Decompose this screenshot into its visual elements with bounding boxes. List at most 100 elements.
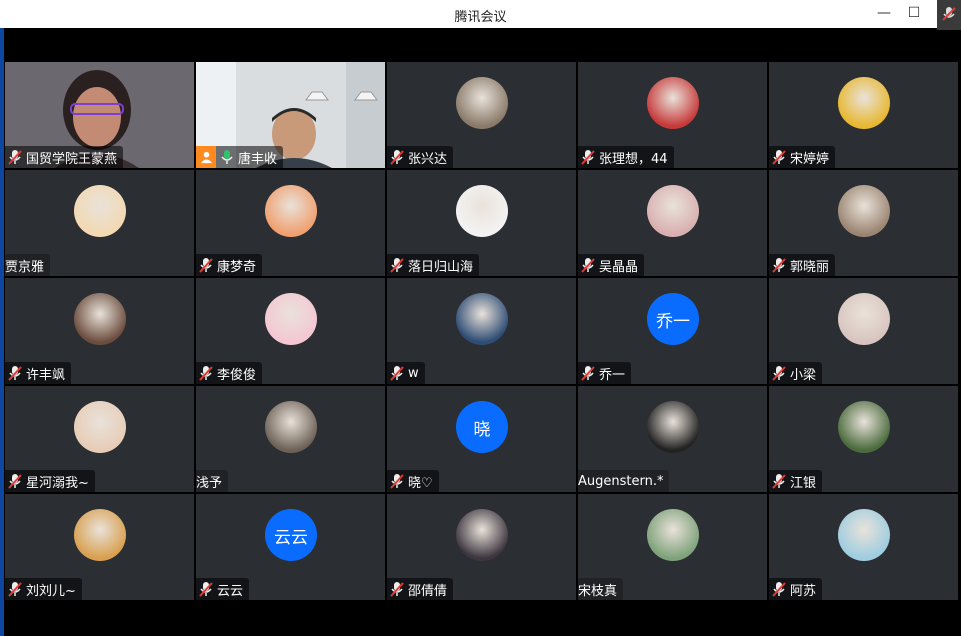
participant-name: 张理想，44 xyxy=(599,151,668,167)
avatar xyxy=(456,509,508,561)
avatar xyxy=(74,293,126,345)
mic-muted-icon xyxy=(581,257,595,273)
participant-name-label: 江银 xyxy=(769,470,823,492)
participant-tile[interactable]: 张理想，44 xyxy=(578,62,767,168)
participant-tile[interactable]: w xyxy=(387,278,576,384)
window-title: 腾讯会议 xyxy=(454,10,507,25)
participant-name-label: 宋枝真 xyxy=(578,578,624,600)
title-bar: 腾讯会议 — ☐ xyxy=(0,0,961,30)
mic-muted-icon xyxy=(772,365,786,381)
participant-tile[interactable]: 宋枝真 xyxy=(578,494,767,600)
participant-tile[interactable]: 郭晓丽 xyxy=(769,170,958,276)
participant-tile[interactable]: 邵倩倩 xyxy=(387,494,576,600)
participant-tile[interactable]: 落日归山海 xyxy=(387,170,576,276)
avatar: 乔一 xyxy=(647,293,699,345)
avatar xyxy=(74,509,126,561)
left-edge xyxy=(0,28,4,636)
participant-name: 江银 xyxy=(790,475,817,491)
mic-muted-indicator-icon[interactable] xyxy=(937,0,961,30)
participant-tile[interactable]: 许丰飒 xyxy=(5,278,194,384)
participant-name-label: 邵倩倩 xyxy=(387,578,454,600)
participant-name-label: 郭晓丽 xyxy=(769,254,836,276)
participant-name-label: 云云 xyxy=(196,578,250,600)
avatar xyxy=(647,401,699,453)
participant-name-label: 刘刘儿~ xyxy=(5,578,82,600)
participant-name-label: 张理想，44 xyxy=(578,146,674,168)
participant-tile[interactable]: 星河溺我~ xyxy=(5,386,194,492)
mic-muted-icon xyxy=(8,473,22,489)
avatar xyxy=(456,293,508,345)
participant-tile[interactable]: 李俊俊 xyxy=(196,278,385,384)
participant-name: 云云 xyxy=(217,583,244,599)
avatar xyxy=(838,77,890,129)
participant-tile[interactable]: 云云 云云 xyxy=(196,494,385,600)
participant-name: 李俊俊 xyxy=(217,367,257,383)
participant-name: 唐丰收 xyxy=(238,151,278,167)
participant-name: 晓♡ xyxy=(408,475,433,491)
participant-tile[interactable]: 唐丰收 xyxy=(196,62,385,168)
participant-name: 宋枝真 xyxy=(578,583,618,599)
mic-muted-icon xyxy=(390,365,404,381)
participant-tile[interactable]: 刘刘儿~ xyxy=(5,494,194,600)
minimize-button[interactable]: — xyxy=(869,0,899,26)
mic-muted-icon xyxy=(390,473,404,489)
participant-name-label: 落日归山海 xyxy=(387,254,480,276)
avatar: 云云 xyxy=(265,509,317,561)
participant-name-label: 张兴达 xyxy=(387,146,454,168)
participant-name-label: 阿苏 xyxy=(769,578,823,600)
participant-name-label: 贾京雅 xyxy=(5,254,51,276)
mic-muted-icon xyxy=(199,365,213,381)
participant-tile[interactable]: 康梦奇 xyxy=(196,170,385,276)
participant-tile[interactable]: 小梁 xyxy=(769,278,958,384)
participant-name: 乔一 xyxy=(599,367,626,383)
avatar xyxy=(74,185,126,237)
participant-tile[interactable]: 国贸学院王蒙燕 xyxy=(5,62,194,168)
participant-name-label: Augenstern.* xyxy=(578,470,670,492)
participant-name-label: 许丰飒 xyxy=(5,362,72,384)
participant-name: 郭晓丽 xyxy=(790,259,830,275)
avatar xyxy=(647,77,699,129)
participant-name: Augenstern.* xyxy=(578,473,664,489)
participant-tile[interactable]: 江银 xyxy=(769,386,958,492)
participant-name: 国贸学院王蒙燕 xyxy=(26,151,118,167)
participant-tile[interactable]: 浅予 xyxy=(196,386,385,492)
participant-tile[interactable]: 宋婷婷 xyxy=(769,62,958,168)
participant-name-label: w xyxy=(387,362,425,384)
participant-name-label: 晓♡ xyxy=(387,470,439,492)
mic-muted-icon xyxy=(581,149,595,165)
mic-muted-icon xyxy=(581,365,595,381)
avatar xyxy=(647,185,699,237)
mic-on-icon xyxy=(220,149,234,165)
participant-name-label: 小梁 xyxy=(769,362,823,384)
mic-muted-icon xyxy=(390,581,404,597)
participant-tile[interactable]: 乔一 乔一 xyxy=(578,278,767,384)
participant-name: 张兴达 xyxy=(408,151,448,167)
participant-tile[interactable]: Augenstern.* xyxy=(578,386,767,492)
mic-muted-icon xyxy=(390,149,404,165)
participant-tile[interactable]: 吴晶晶 xyxy=(578,170,767,276)
mic-muted-icon xyxy=(390,257,404,273)
avatar xyxy=(265,401,317,453)
participant-tile[interactable]: 晓晓♡ xyxy=(387,386,576,492)
participant-name: 小梁 xyxy=(790,367,817,383)
participant-name: w xyxy=(408,365,419,381)
mic-muted-icon xyxy=(8,149,22,165)
avatar xyxy=(456,77,508,129)
avatar xyxy=(647,509,699,561)
participant-name-label: 乔一 xyxy=(578,362,632,384)
participant-name: 浅予 xyxy=(196,475,223,491)
participant-tile[interactable]: 张兴达 xyxy=(387,62,576,168)
participant-name: 阿苏 xyxy=(790,583,817,599)
participant-name-label: 浅予 xyxy=(196,470,229,492)
mic-muted-icon xyxy=(772,473,786,489)
maximize-button[interactable]: ☐ xyxy=(899,0,929,26)
mic-muted-icon xyxy=(199,581,213,597)
host-icon xyxy=(196,146,216,168)
mic-muted-icon xyxy=(772,257,786,273)
avatar: 晓 xyxy=(456,401,508,453)
participant-tile[interactable]: 阿苏 xyxy=(769,494,958,600)
participant-name-label: 宋婷婷 xyxy=(769,146,836,168)
mic-muted-icon xyxy=(8,581,22,597)
participant-tile[interactable]: 贾京雅 xyxy=(5,170,194,276)
participant-name: 贾京雅 xyxy=(5,259,45,275)
